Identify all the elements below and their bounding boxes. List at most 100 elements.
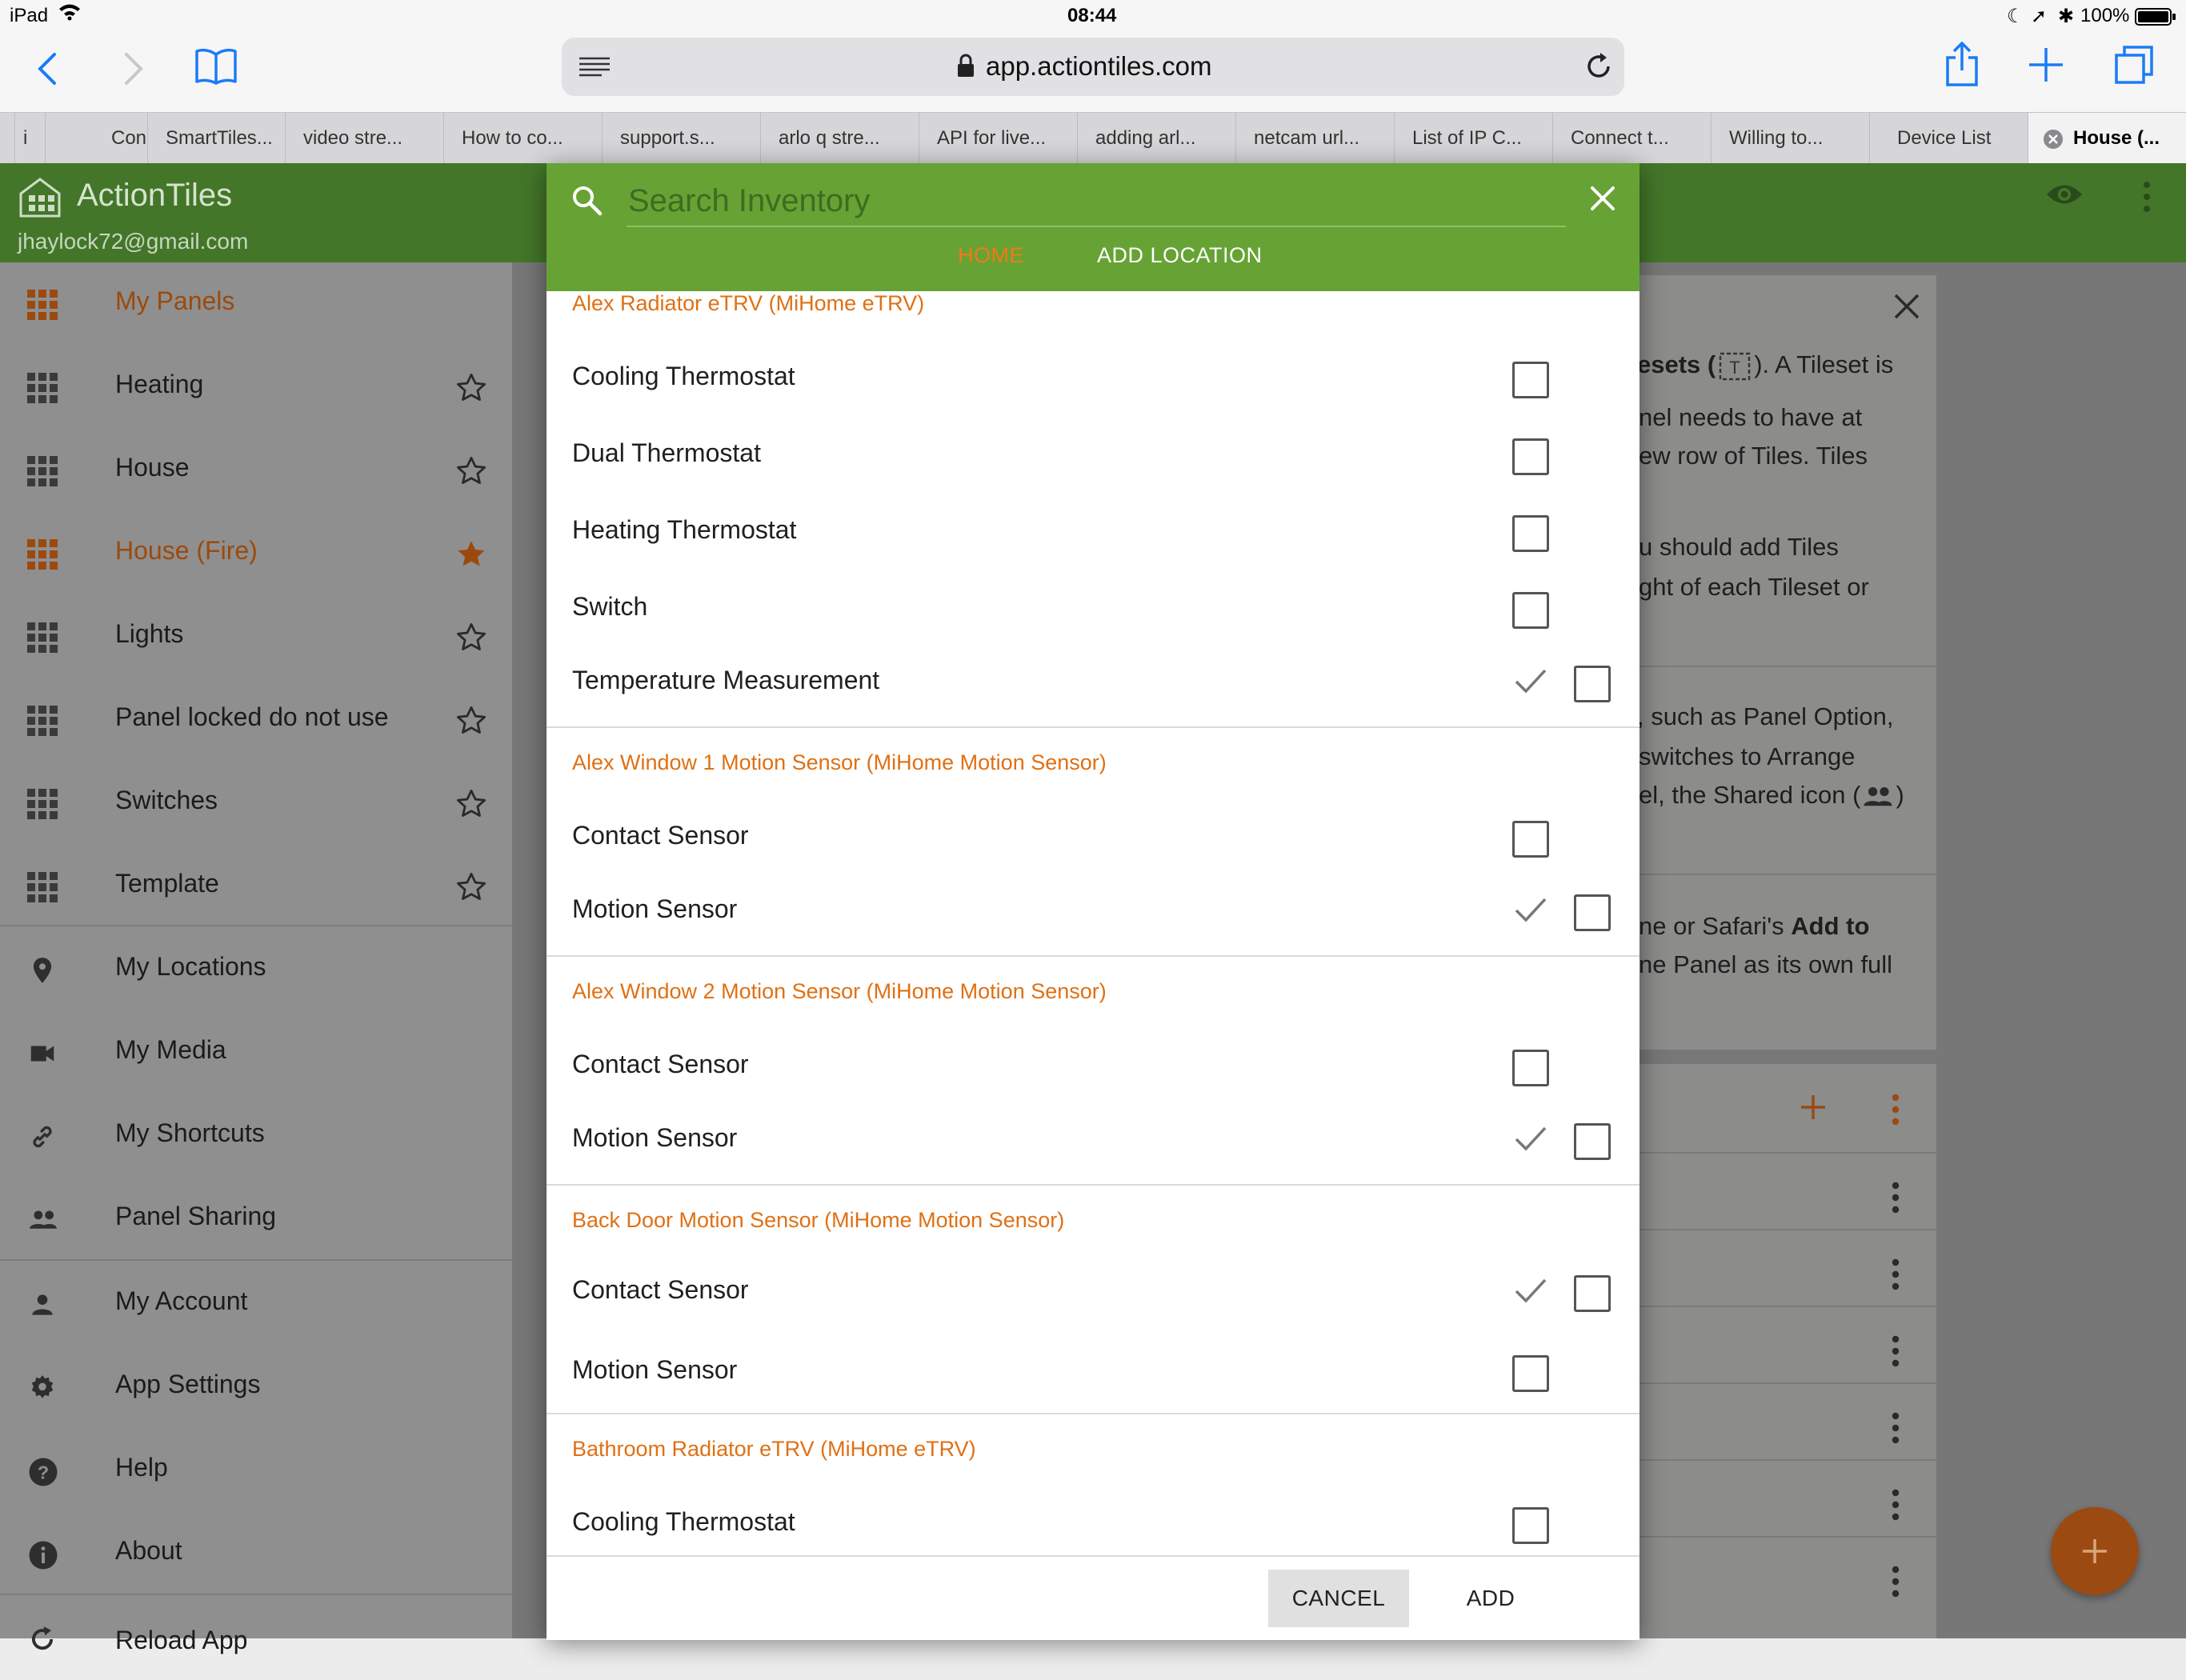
- sidebar-panel-house-fire[interactable]: House (Fire): [0, 512, 512, 595]
- sidebar-panel-locked[interactable]: Panel locked do not use: [0, 678, 512, 762]
- browser-tab[interactable]: Connect t...: [1552, 113, 1729, 164]
- browser-tab[interactable]: arlo q stre...: [760, 113, 937, 164]
- sidebar-panel-lights[interactable]: Lights: [0, 595, 512, 678]
- more-vert-icon[interactable]: [1892, 1258, 1900, 1291]
- bookmarks-icon[interactable]: [194, 46, 238, 86]
- capability-label: Motion Sensor: [572, 1123, 738, 1152]
- add-fab-button[interactable]: [2051, 1507, 2139, 1595]
- star-outline-icon[interactable]: [454, 454, 488, 488]
- help-text: ne or Safari's: [1639, 912, 1792, 940]
- capability-row[interactable]: Motion Sensor: [546, 880, 1640, 944]
- sidebar-panel-house[interactable]: House: [0, 429, 512, 512]
- sidebar-item-panel-sharing[interactable]: Panel Sharing: [0, 1178, 512, 1261]
- capability-row[interactable]: Cooling Thermostat: [546, 347, 1640, 411]
- capability-checkbox[interactable]: [1574, 1123, 1611, 1160]
- url-text: app.actiontiles.com: [986, 51, 1212, 81]
- capability-checkbox[interactable]: [1574, 1275, 1611, 1312]
- browser-tab[interactable]: adding arl...: [1077, 113, 1254, 164]
- capability-row[interactable]: Contact Sensor: [546, 806, 1640, 870]
- browser-tab[interactable]: SmartTiles...: [147, 113, 303, 164]
- help-text: nel needs to have at: [1639, 403, 1863, 431]
- capability-checkbox[interactable]: [1574, 894, 1611, 931]
- more-vert-icon[interactable]: [1892, 1093, 1900, 1126]
- close-card-icon[interactable]: [1893, 293, 1920, 320]
- sidebar-item-my-shortcuts[interactable]: My Shortcuts: [0, 1094, 512, 1178]
- more-vert-icon[interactable]: [1892, 1488, 1900, 1522]
- sidebar-panel-switches[interactable]: Switches: [0, 762, 512, 845]
- capability-row[interactable]: Motion Sensor: [546, 1109, 1640, 1173]
- tabs-overview-icon[interactable]: [2114, 45, 2154, 85]
- tab-home[interactable]: HOME: [958, 243, 1024, 268]
- browser-tab-strip: i Con SmartTiles... video stre... How to…: [0, 112, 2186, 164]
- capability-row[interactable]: Contact Sensor: [546, 1261, 1640, 1325]
- capability-checkbox[interactable]: [1512, 1507, 1549, 1544]
- capability-checkbox[interactable]: [1512, 1050, 1549, 1086]
- help-text: ght of each Tileset or: [1639, 573, 1869, 601]
- tilesets-list: [1632, 1064, 1936, 1638]
- search-input[interactable]: [627, 176, 1566, 227]
- capability-checkbox[interactable]: [1512, 515, 1549, 552]
- more-vert-icon[interactable]: [1892, 1565, 1900, 1598]
- sidebar-item-my-locations[interactable]: My Locations: [0, 928, 512, 1011]
- sidebar-item-my-media[interactable]: My Media: [0, 1011, 512, 1094]
- more-vert-icon[interactable]: [1892, 1411, 1900, 1445]
- browser-tab[interactable]: How to co...: [443, 113, 620, 164]
- sidebar-item-my-account[interactable]: My Account: [0, 1262, 512, 1346]
- sidebar-item-about[interactable]: About: [0, 1512, 512, 1595]
- more-vert-icon[interactable]: [2143, 181, 2151, 213]
- address-bar[interactable]: app.actiontiles.com: [562, 38, 1624, 96]
- back-icon[interactable]: [35, 51, 59, 86]
- new-tab-icon[interactable]: [2028, 46, 2064, 83]
- star-filled-icon[interactable]: [454, 538, 488, 571]
- capability-row[interactable]: Switch: [546, 578, 1640, 642]
- star-outline-icon[interactable]: [454, 371, 488, 405]
- sidebar-item-app-settings[interactable]: App Settings: [0, 1346, 512, 1429]
- sidebar-item-reload-app[interactable]: Reload App: [0, 1597, 512, 1680]
- sidebar-item-label: My Locations: [115, 952, 266, 981]
- browser-tab-active[interactable]: House (...: [2028, 113, 2186, 164]
- capability-checkbox[interactable]: [1512, 592, 1549, 629]
- browser-tab[interactable]: netcam url...: [1235, 113, 1412, 164]
- sidebar-panel-template[interactable]: Template: [0, 845, 512, 928]
- star-outline-icon[interactable]: [454, 704, 488, 738]
- eye-icon[interactable]: [2045, 181, 2084, 208]
- share-icon[interactable]: [1944, 42, 1980, 86]
- capability-checkbox[interactable]: [1512, 438, 1549, 475]
- browser-tab[interactable]: Willing to...: [1711, 113, 1888, 164]
- reader-icon[interactable]: [578, 55, 611, 79]
- forward-icon[interactable]: [122, 51, 146, 86]
- capability-row[interactable]: Heating Thermostat: [546, 501, 1640, 565]
- cancel-button[interactable]: CANCEL: [1268, 1570, 1409, 1627]
- capability-checkbox[interactable]: [1512, 821, 1549, 858]
- capability-row[interactable]: Motion Sensor: [546, 1341, 1640, 1405]
- star-outline-icon[interactable]: [454, 787, 488, 821]
- capability-row[interactable]: Temperature Measurement: [546, 651, 1640, 715]
- browser-tab[interactable]: video stre...: [285, 113, 462, 164]
- sidebar-panel-heating[interactable]: Heating: [0, 346, 512, 429]
- more-vert-icon[interactable]: [1892, 1334, 1900, 1368]
- capability-row[interactable]: Dual Thermostat: [546, 424, 1640, 488]
- close-tab-icon[interactable]: [2043, 129, 2064, 150]
- section-divider: [546, 1184, 1640, 1186]
- capability-checkbox[interactable]: [1512, 1355, 1549, 1392]
- add-tileset-icon[interactable]: [1799, 1093, 1828, 1122]
- capability-checkbox[interactable]: [1512, 362, 1549, 398]
- browser-tab[interactable]: API for live...: [919, 113, 1095, 164]
- wifi-icon: [58, 2, 82, 21]
- capability-checkbox[interactable]: [1574, 666, 1611, 702]
- add-button[interactable]: ADD: [1435, 1570, 1547, 1627]
- capability-row[interactable]: Cooling Thermostat: [546, 1493, 1640, 1555]
- sidebar-item-help[interactable]: ? Help: [0, 1429, 512, 1512]
- lock-icon: [957, 54, 975, 78]
- more-vert-icon[interactable]: [1892, 1181, 1900, 1214]
- close-dialog-icon[interactable]: [1590, 186, 1615, 211]
- capability-row[interactable]: Contact Sensor: [546, 1035, 1640, 1099]
- star-outline-icon[interactable]: [454, 870, 488, 904]
- browser-tab-label: i: [23, 127, 28, 149]
- tab-add-location[interactable]: ADD LOCATION: [1097, 243, 1263, 268]
- browser-tab[interactable]: support.s...: [602, 113, 779, 164]
- browser-tab[interactable]: List of IP C...: [1394, 113, 1571, 164]
- reload-page-icon[interactable]: [1583, 50, 1615, 82]
- sidebar-item-my-panels[interactable]: My Panels: [0, 262, 512, 346]
- star-outline-icon[interactable]: [454, 621, 488, 654]
